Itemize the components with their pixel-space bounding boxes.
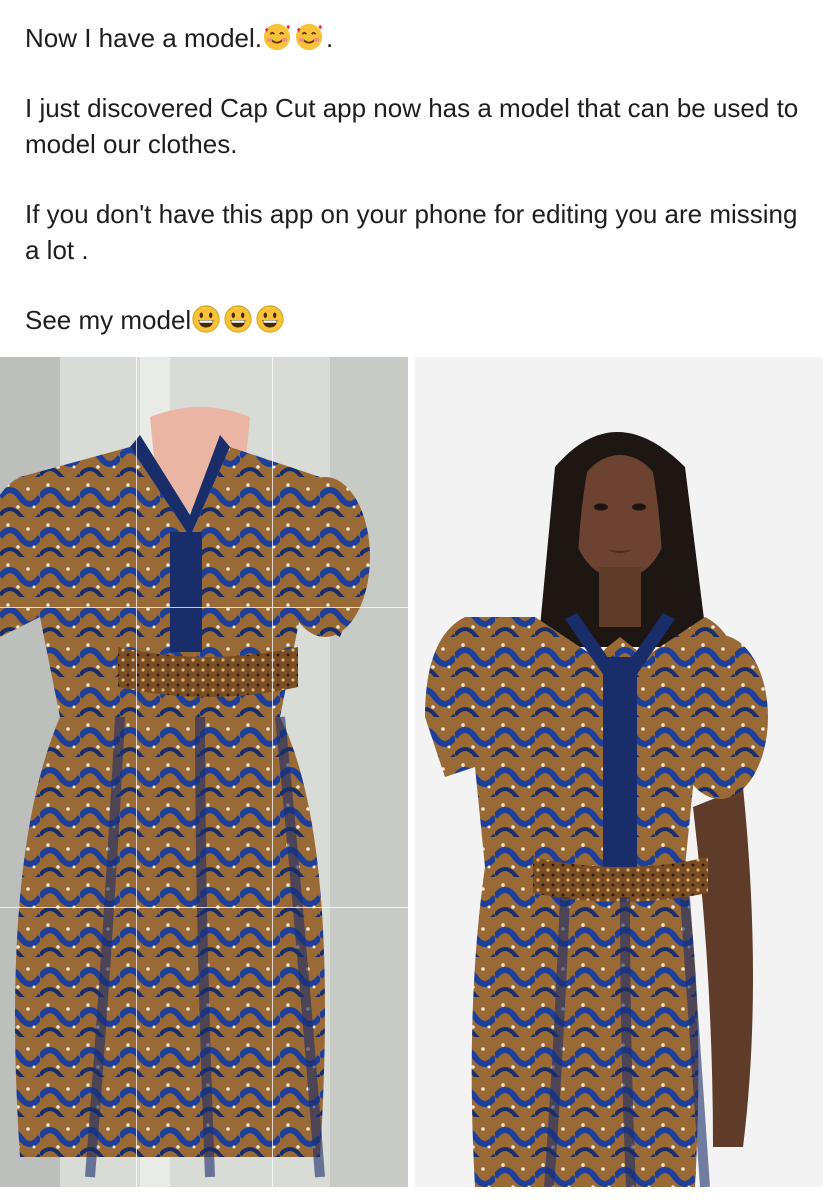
- post-line-4-text: See my model: [25, 305, 192, 335]
- post-text: Now I have a model. . I just discovered …: [25, 20, 805, 372]
- post-line-1: Now I have a model. .: [25, 20, 805, 56]
- photo-dress-on-mannequin[interactable]: [0, 357, 408, 1187]
- post-line-2: I just discovered Cap Cut app now has a …: [25, 93, 799, 159]
- post-line-1-suffix: .: [326, 23, 334, 53]
- grid-line: [0, 907, 408, 908]
- post-line-1-text: Now I have a model.: [25, 23, 263, 53]
- grinning-face-icon: [256, 305, 284, 333]
- grid-line: [0, 607, 408, 608]
- grinning-face-icon: [224, 305, 252, 333]
- smiling-face-with-hearts-icon: [263, 23, 291, 51]
- post-line-4: See my model: [25, 302, 805, 338]
- photo-grid: [0, 357, 823, 1200]
- post-line-3: If you don't have this app on your phone…: [25, 199, 798, 265]
- smiling-face-with-hearts-icon: [295, 23, 323, 51]
- grinning-face-icon: [192, 305, 220, 333]
- grid-line: [136, 357, 137, 1187]
- grid-line: [272, 357, 273, 1187]
- mannequin-photo-illustration: [0, 357, 408, 1187]
- photo-dress-on-model[interactable]: [415, 357, 823, 1187]
- model-photo-illustration: [415, 357, 823, 1187]
